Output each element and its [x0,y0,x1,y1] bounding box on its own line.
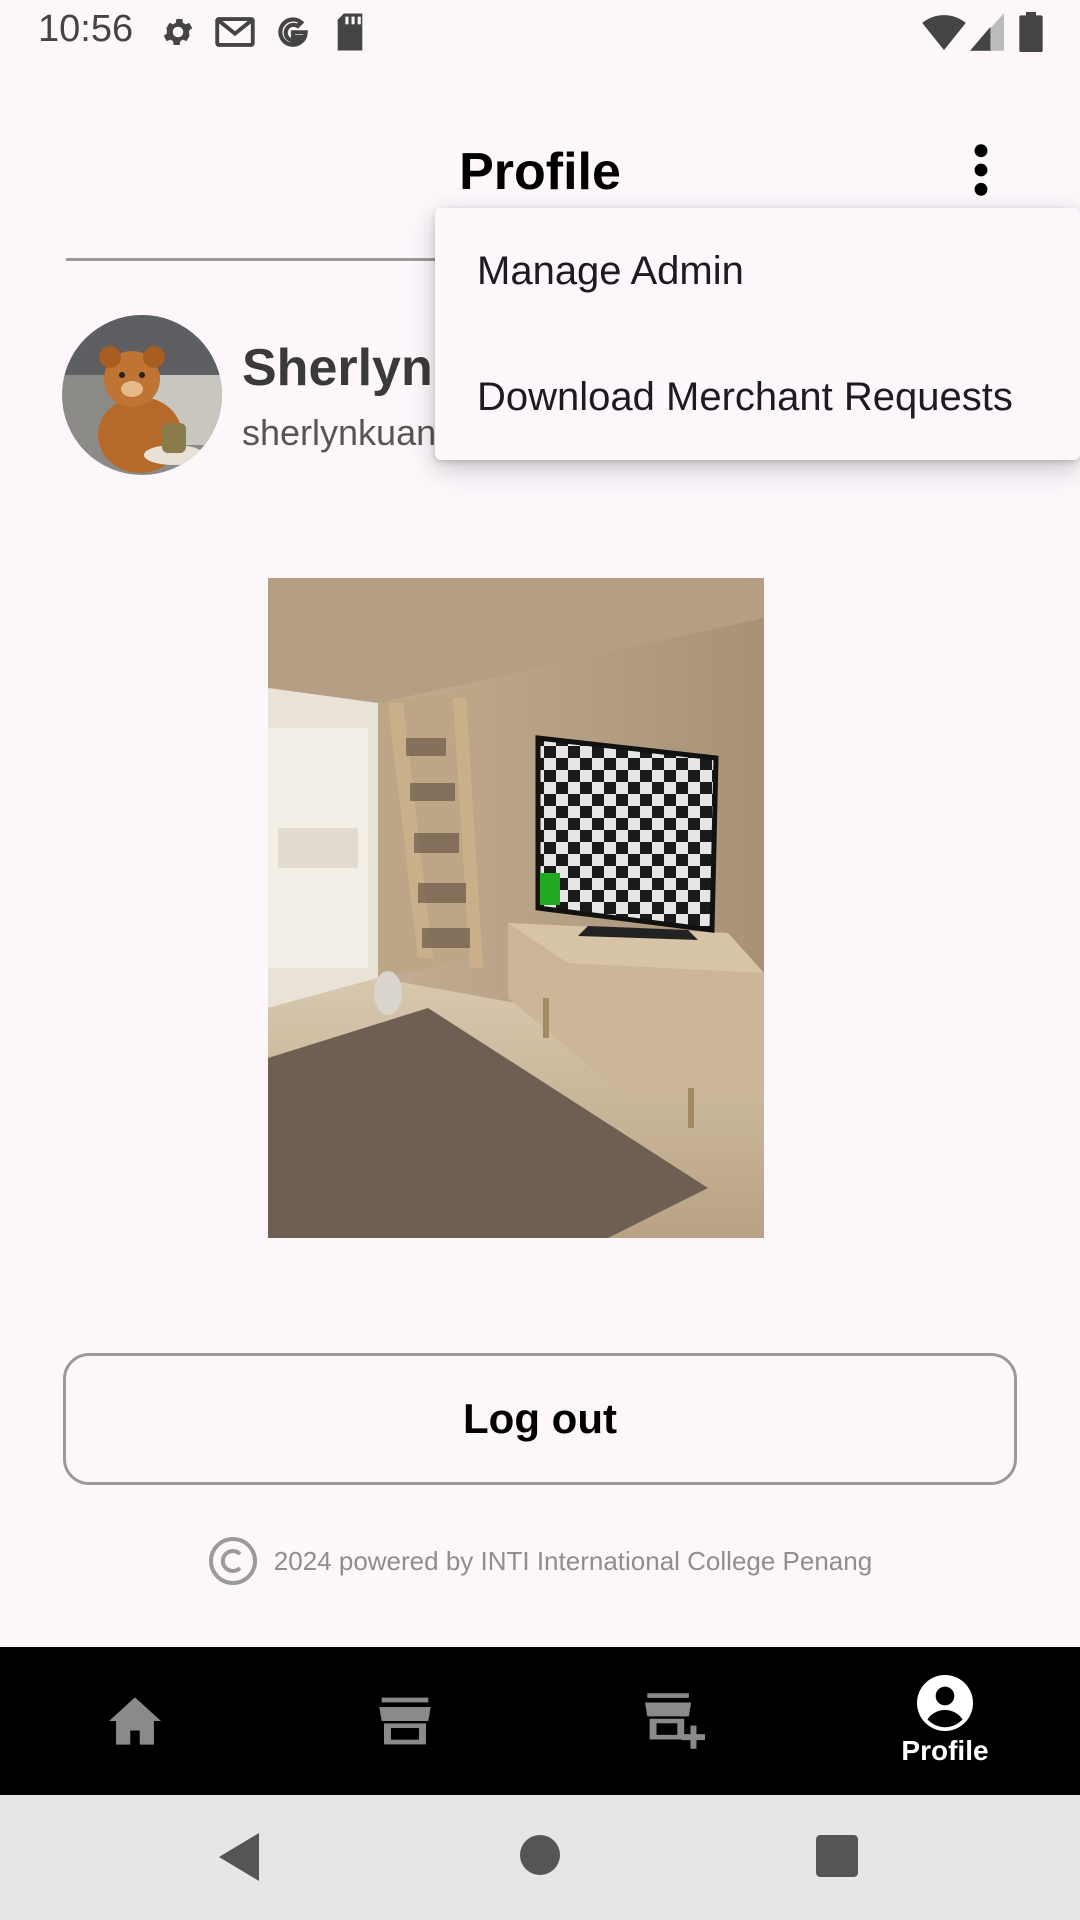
footer: 2024 powered by INTI International Colle… [0,1536,1080,1586]
battery-icon [1019,12,1043,52]
home-circle-icon[interactable] [520,1835,560,1875]
add-business-icon [645,1693,705,1749]
status-time: 10:56 [38,8,134,50]
copyright-icon [208,1537,257,1585]
overflow-menu: Manage Admin Download Merchant Requests [435,208,1080,460]
more-vert-icon[interactable] [955,140,1007,200]
menu-item-manage-admin[interactable]: Manage Admin [435,208,1080,334]
nav-add-business[interactable] [540,1647,810,1795]
user-email: sherlynkuan [242,412,437,453]
user-name: Sherlyn [242,339,433,397]
system-nav-bar [0,1795,1080,1920]
footer-text: 2024 powered by INTI International Colle… [273,1545,873,1576]
avatar [62,315,222,475]
wifi-icon [922,15,966,51]
gmail-icon [215,17,255,47]
nav-home[interactable] [0,1647,270,1795]
profile-photo [268,578,764,1238]
nav-profile-label: Profile [901,1735,989,1766]
status-bar: 10:56 [0,0,1080,64]
menu-item-download-merchant-requests[interactable]: Download Merchant Requests [435,334,1080,460]
cell-signal-icon [970,13,1004,51]
sd-card-icon [337,13,363,51]
account-circle-icon [917,1675,973,1731]
back-icon[interactable] [218,1833,260,1881]
nav-store[interactable] [270,1647,540,1795]
recents-icon[interactable] [816,1835,858,1877]
page-title: Profile [459,143,621,201]
home-icon [109,1697,161,1745]
store-icon [379,1697,431,1745]
bottom-nav: Profile [0,1647,1080,1795]
logout-button[interactable]: Log out [63,1353,1017,1485]
nav-profile[interactable]: Profile [810,1647,1080,1795]
settings-icon [163,18,193,46]
google-icon [278,17,308,47]
